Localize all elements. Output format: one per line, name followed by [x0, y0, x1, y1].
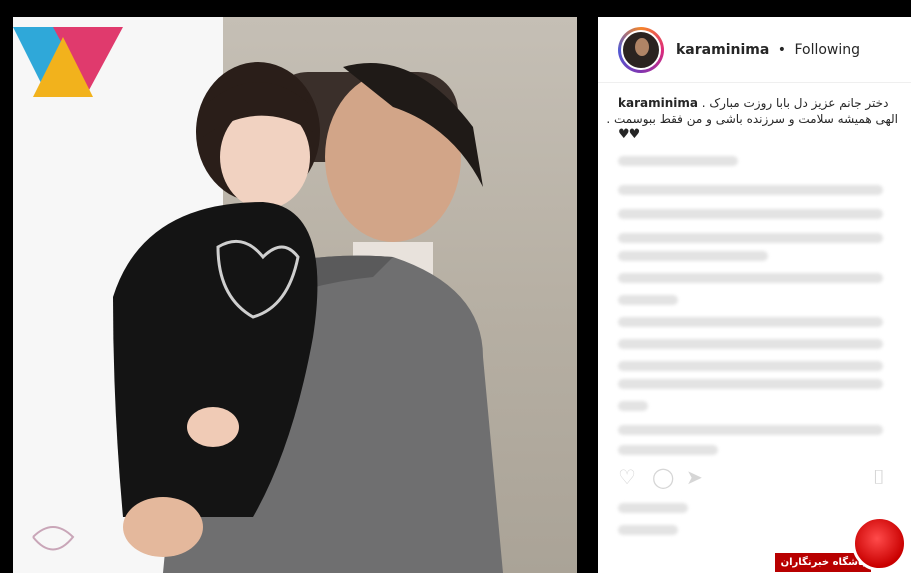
blurred-comment	[618, 361, 883, 371]
photo-illustration	[13, 27, 503, 573]
blurred-comment	[618, 425, 883, 435]
blurred-timestamp	[618, 525, 678, 535]
header-username[interactable]: karaminima	[676, 42, 769, 58]
caption-text-2: الهی همیشه سلامت و سرزنده باشی و من فقط …	[606, 112, 898, 126]
blurred-comment	[618, 233, 883, 243]
header-separator: •	[777, 41, 787, 58]
comment-icon[interactable]: ◯	[652, 465, 674, 489]
blurred-comment	[618, 185, 883, 195]
post-actions: ♡ ◯ ➤ ⌷	[618, 465, 891, 489]
caption-line-1: karaminima دختر جانم عزیز دل بابا روزت م…	[618, 95, 898, 111]
blurred-comment	[618, 445, 718, 455]
post-photo[interactable]	[13, 17, 577, 573]
bookmark-icon[interactable]: ⌷	[873, 465, 885, 489]
share-icon[interactable]: ➤	[686, 465, 703, 489]
post-sidebar: karaminima • Following karaminima دختر ج…	[598, 17, 911, 573]
header-text: karaminima • Following	[676, 42, 860, 58]
blurred-comment	[618, 401, 648, 411]
news-watermark: باشگاه خبرنگاران	[775, 516, 911, 573]
blurred-comment	[618, 209, 883, 219]
blurred-comment	[618, 339, 883, 349]
blurred-comment	[618, 251, 768, 261]
caption-username[interactable]: karaminima	[618, 96, 698, 110]
caption-text-1: دختر جانم عزیز دل بابا روزت مبارک .	[701, 96, 889, 110]
blurred-comment	[618, 156, 738, 166]
caption-hearts: ♥♥	[618, 127, 640, 142]
blurred-comment	[618, 295, 678, 305]
post-header: karaminima • Following	[598, 17, 911, 83]
blurred-comment	[618, 379, 883, 389]
avatar[interactable]	[618, 26, 664, 73]
following-button[interactable]: Following	[794, 42, 860, 58]
blurred-comment	[618, 317, 883, 327]
post-caption: karaminima دختر جانم عزیز دل بابا روزت م…	[606, 95, 898, 143]
heart-icon[interactable]: ♡	[618, 465, 636, 489]
watermark-logo-icon	[852, 516, 907, 571]
blurred-likes	[618, 503, 688, 513]
blurred-comment	[618, 273, 883, 283]
